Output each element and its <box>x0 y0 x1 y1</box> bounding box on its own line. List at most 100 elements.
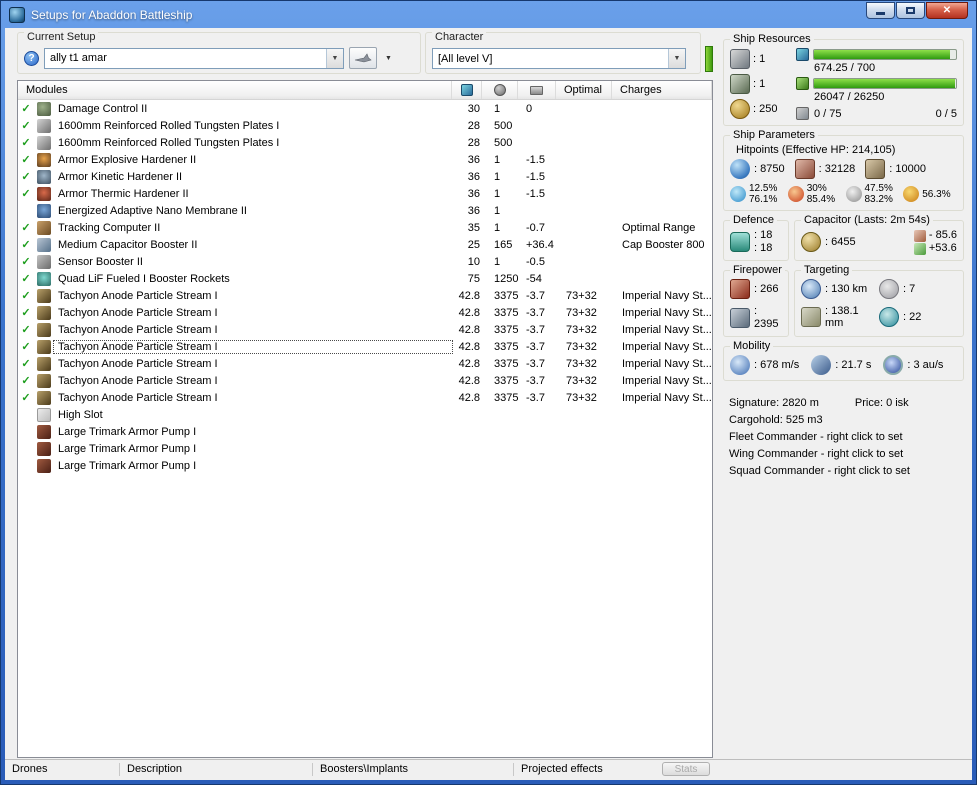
ship-browser-button[interactable] <box>349 47 377 69</box>
tab-projected-effects[interactable]: Projected effects <box>514 763 654 775</box>
module-active-check-icon: ✓ <box>21 358 31 370</box>
module-row[interactable]: ✓ Tachyon Anode Particle Stream I 42.8 3375… <box>18 287 712 304</box>
module-cpu-value: 36 <box>467 170 480 183</box>
module-name: Large Trimark Armor Pump I <box>58 425 197 438</box>
module-cpu-value: 42.8 <box>458 374 480 387</box>
thermal-resist: 30% 85.4% <box>787 183 842 205</box>
module-cpu-value: 42.8 <box>458 289 480 302</box>
module-row[interactable]: ✓ 1600mm Reinforced Rolled Tungsten Plate… <box>18 134 712 151</box>
module-active-check-icon: ✓ <box>21 341 31 353</box>
wing-commander-text[interactable]: Wing Commander - right click to set <box>729 446 962 463</box>
stats-button[interactable]: Stats <box>662 762 710 776</box>
ship-parameters-label: Ship Parameters <box>730 129 818 141</box>
character-combobox-arrow[interactable]: ▼ <box>668 49 685 68</box>
column-header-modules[interactable]: Modules <box>18 81 452 99</box>
column-header-powergrid[interactable] <box>482 81 518 99</box>
module-row[interactable]: ✓ Tachyon Anode Particle Stream I 42.8 3375… <box>18 304 712 321</box>
module-active-check-icon: ✓ <box>21 137 31 149</box>
module-name: 1600mm Reinforced Rolled Tungsten Plates… <box>58 119 280 132</box>
signature-text: Signature: 2820 m <box>729 397 819 409</box>
setup-combobox[interactable]: ally t1 amar ▼ <box>44 47 344 69</box>
calibration-value: : 250 <box>753 103 778 115</box>
cpu-column-icon <box>460 84 473 96</box>
module-row[interactable]: ✓ Tachyon Anode Particle Stream I 42.8 3375… <box>18 338 712 355</box>
character-combobox[interactable]: [All level V] ▼ <box>432 48 686 69</box>
module-name: Tachyon Anode Particle Stream I <box>58 306 218 319</box>
warp-speed-icon <box>883 355 904 375</box>
module-cap-value: -3.7 <box>526 374 545 387</box>
module-optimal-value: 73+32 <box>566 374 597 387</box>
em-resist-icon <box>730 186 746 202</box>
setup-combobox-arrow[interactable]: ▼ <box>326 48 343 68</box>
squad-commander-text[interactable]: Squad Commander - right click to set <box>729 463 962 480</box>
module-cap-value: -1.5 <box>526 170 545 183</box>
module-row[interactable]: ✓ Armor Explosive Hardener II 36 1 -1.5 <box>18 151 712 168</box>
module-row[interactable]: Large Trimark Armor Pump I <box>18 423 712 440</box>
firepower-group: Firepower : 266 : 2395 <box>723 264 789 337</box>
capacitor-label: Capacitor (Lasts: 2m 54s) <box>801 214 933 226</box>
maximize-icon <box>906 7 915 14</box>
module-charges-value: Optimal Range <box>622 221 696 234</box>
module-row[interactable]: Energized Adaptive Nano Membrane II 36 1 <box>18 202 712 219</box>
character-group: Character [All level V] ▼ <box>425 31 701 74</box>
module-powergrid-value: 1 <box>494 221 501 234</box>
explosive-resist-icon <box>903 186 920 202</box>
window-title: Setups for Abaddon Battleship <box>31 7 193 22</box>
powergrid-column-icon <box>493 84 506 96</box>
module-row[interactable]: ✓ Sensor Booster II 10 1 -0.5 <box>18 253 712 270</box>
module-row[interactable]: ✓ Tracking Computer II 35 1 -0.7 Optimal Rang… <box>18 219 712 236</box>
targeting-group: Targeting : 130 km : 7 : 138.1 mm : 22 <box>794 264 964 337</box>
trimark-rig-icon <box>37 424 51 439</box>
thermal-shield-resist: 30% <box>806 183 827 194</box>
module-optimal-value: 73+32 <box>566 289 597 302</box>
tab-description[interactable]: Description <box>120 763 312 775</box>
module-name: Tachyon Anode Particle Stream I <box>58 323 218 336</box>
module-cap-value: -3.7 <box>526 391 545 404</box>
module-row[interactable]: ✓ Armor Thermic Hardener II 36 1 -1.5 <box>18 185 712 202</box>
minimize-button[interactable] <box>866 2 895 19</box>
module-row[interactable]: ✓ Tachyon Anode Particle Stream I 42.8 3375… <box>18 321 712 338</box>
module-row[interactable]: ✓ Tachyon Anode Particle Stream I 42.8 3375… <box>18 389 712 406</box>
module-cpu-value: 42.8 <box>458 323 480 336</box>
module-cap-value: -1.5 <box>526 187 545 200</box>
structure-hp-icon <box>865 159 886 179</box>
module-row[interactable]: Large Trimark Armor Pump I <box>18 457 712 474</box>
app-icon <box>9 6 25 23</box>
window-body: Current Setup ? ally t1 amar ▼ ▼ Charact… <box>5 28 972 780</box>
armor-hp-icon <box>794 159 815 179</box>
tab-boosters-implants[interactable]: Boosters\Implants <box>313 763 513 775</box>
mobility-label: Mobility <box>730 340 774 352</box>
module-cpu-value: 42.8 <box>458 391 480 404</box>
ship-stats-panel: Ship Resources : 1 : 1 : 250 674.25 / 70… <box>719 28 970 758</box>
module-row[interactable]: ✓ Armor Kinetic Hardener II 36 1 -1.5 <box>18 168 712 185</box>
align-time-icon <box>811 355 832 375</box>
fleet-commander-text[interactable]: Fleet Commander - right click to set <box>729 429 962 446</box>
column-header-optimal[interactable]: Optimal <box>556 81 612 99</box>
module-cpu-value: 36 <box>467 204 480 217</box>
titlebar[interactable]: Setups for Abaddon Battleship ✕ <box>1 1 976 28</box>
module-row[interactable]: ✓ Tachyon Anode Particle Stream I 42.8 3375… <box>18 372 712 389</box>
module-name: Sensor Booster II <box>58 255 143 268</box>
close-button[interactable]: ✕ <box>926 2 968 19</box>
tab-drones[interactable]: Drones <box>5 763 119 775</box>
ship-browser-dropdown-arrow[interactable]: ▼ <box>382 47 395 69</box>
maximize-button[interactable] <box>896 2 925 19</box>
column-header-charges[interactable]: Charges <box>612 81 712 99</box>
column-header-cpu[interactable] <box>452 81 482 99</box>
module-row[interactable]: ✓ Medium Capacitor Booster II 25 165 +36.4 Ca… <box>18 236 712 253</box>
module-row[interactable]: ✓ Damage Control II 30 1 0 <box>18 100 712 117</box>
module-row[interactable]: Large Trimark Armor Pump I <box>18 440 712 457</box>
modules-panel: Modules Optimal Charges ✓ Damage Control … <box>17 80 713 758</box>
module-name: Tachyon Anode Particle Stream I <box>58 357 218 370</box>
thermal-armor-resist: 85.4% <box>806 194 836 205</box>
minimize-icon <box>876 12 885 15</box>
module-row[interactable]: High Slot <box>18 406 712 423</box>
module-row[interactable]: ✓ Tachyon Anode Particle Stream I 42.8 3375… <box>18 355 712 372</box>
upgrade-hardpoint-icon <box>796 107 809 120</box>
module-active-check-icon: ✓ <box>21 324 31 336</box>
module-row[interactable]: ✓ 1600mm Reinforced Rolled Tungsten Plate… <box>18 117 712 134</box>
help-icon[interactable]: ? <box>24 50 39 66</box>
module-row[interactable]: ✓ Quad LiF Fueled I Booster Rockets 75 1250… <box>18 270 712 287</box>
column-header-capacitor[interactable] <box>518 81 556 99</box>
modules-table-header[interactable]: Modules Optimal Charges <box>18 81 712 100</box>
